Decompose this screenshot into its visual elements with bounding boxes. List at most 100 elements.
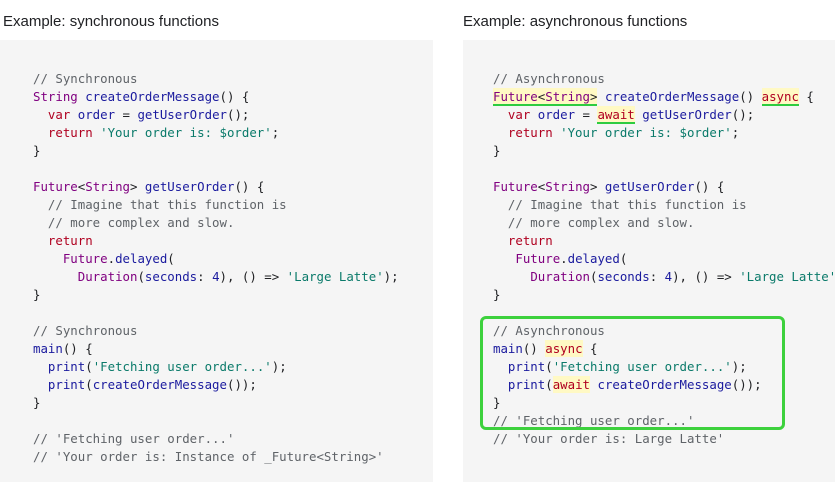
code-token: 'Your order is: $order'	[560, 125, 732, 140]
code-token: order	[537, 107, 576, 122]
code-line: }	[493, 286, 835, 304]
code-token: async	[761, 88, 799, 106]
code-token: String	[545, 88, 590, 106]
code-token: .	[560, 251, 568, 266]
code-token: // Imagine that this function is	[33, 197, 287, 212]
code-token: {	[798, 89, 814, 104]
code-line: // 'Your order is: Instance of _Future<S…	[33, 448, 399, 466]
async-main-highlight-box	[480, 316, 785, 430]
code-line: }	[33, 286, 399, 304]
code-token: return	[507, 125, 561, 140]
code-token: () {	[219, 89, 250, 104]
code-token: (	[137, 269, 145, 284]
code-token: Future	[62, 251, 108, 266]
sync-example-heading: Example: synchronous functions	[3, 13, 219, 30]
code-line: var order = getUserOrder();	[33, 106, 399, 124]
code-line: Future<String> createOrderMessage() asyn…	[493, 88, 835, 106]
code-token: ());	[226, 377, 257, 392]
code-token: Future	[515, 251, 561, 266]
code-line: Future<String> getUserOrder() {	[33, 178, 399, 196]
code-token: .	[107, 251, 116, 266]
code-line: // Synchronous	[33, 70, 399, 88]
code-token: return	[47, 233, 93, 248]
code-token: // Imagine that this function is	[493, 197, 747, 212]
code-token: (	[619, 251, 628, 266]
code-line: print(createOrderMessage());	[33, 376, 399, 394]
sync-code-block: // Synchronous String createOrderMessage(…	[33, 70, 399, 466]
code-token: getUserOrder	[137, 107, 227, 122]
code-token: () {	[694, 179, 725, 194]
code-line: String createOrderMessage() {	[33, 88, 399, 106]
code-line: Future.delayed(	[493, 250, 835, 268]
code-token: getUserOrder	[604, 179, 695, 194]
code-token: getUserOrder	[144, 179, 235, 194]
code-line: main() {	[33, 340, 399, 358]
code-line: // Asynchronous	[493, 70, 835, 88]
code-token: var	[507, 107, 538, 122]
code-token: 'Your order is: $order'	[100, 125, 272, 140]
code-token: // more complex and slow.	[33, 215, 235, 230]
code-token: var	[47, 107, 78, 122]
code-token: delayed	[567, 251, 620, 266]
code-token: ();	[227, 107, 250, 122]
code-token: getUserOrder	[642, 107, 732, 122]
code-line: }	[493, 142, 835, 160]
code-token: seconds	[597, 269, 650, 284]
code-line: Duration(seconds: 4), () => 'Large Latte…	[493, 268, 835, 286]
code-line: var order = await getUserOrder();	[493, 106, 835, 124]
code-line: }	[33, 394, 399, 412]
code-token: >	[130, 179, 145, 194]
code-line: print('Fetching user order...');	[33, 358, 399, 376]
code-token: () {	[62, 341, 93, 356]
code-token: (	[85, 359, 93, 374]
code-line: Duration(seconds: 4), () => 'Large Latte…	[33, 268, 399, 286]
code-token: String	[545, 179, 590, 194]
code-token: await	[597, 106, 635, 124]
code-token: ), () =>	[672, 269, 740, 284]
code-token: createOrderMessage	[92, 377, 227, 392]
code-token: Duration	[530, 269, 590, 284]
code-token: :	[197, 269, 213, 284]
code-token: );	[383, 269, 399, 284]
code-token: print	[47, 359, 86, 374]
code-token: =	[115, 107, 138, 122]
code-token: // Synchronous	[33, 323, 138, 338]
code-token: // more complex and slow.	[493, 215, 695, 230]
code-token: createOrderMessage	[85, 89, 220, 104]
code-token: // Asynchronous	[493, 71, 605, 86]
code-line: // more complex and slow.	[493, 214, 835, 232]
code-token: 'Large Latte'	[739, 269, 835, 284]
code-token: (	[85, 377, 93, 392]
code-line: return	[33, 232, 399, 250]
code-line: // Synchronous	[33, 322, 399, 340]
code-token: }	[33, 287, 41, 302]
code-token: print	[47, 377, 86, 392]
code-token: order	[77, 107, 116, 122]
code-token: main	[33, 341, 63, 356]
code-token: createOrderMessage	[604, 89, 740, 104]
code-token: ();	[731, 107, 755, 122]
code-token: return	[507, 233, 553, 248]
code-token: }	[493, 143, 501, 158]
code-line: Future<String> getUserOrder() {	[493, 178, 835, 196]
code-token: Duration	[77, 269, 138, 284]
code-token: (	[167, 251, 175, 266]
code-token: :	[649, 269, 665, 284]
code-token: () {	[234, 179, 265, 194]
code-token: Future	[33, 179, 78, 194]
code-token: 'Fetching user order...'	[92, 359, 272, 374]
